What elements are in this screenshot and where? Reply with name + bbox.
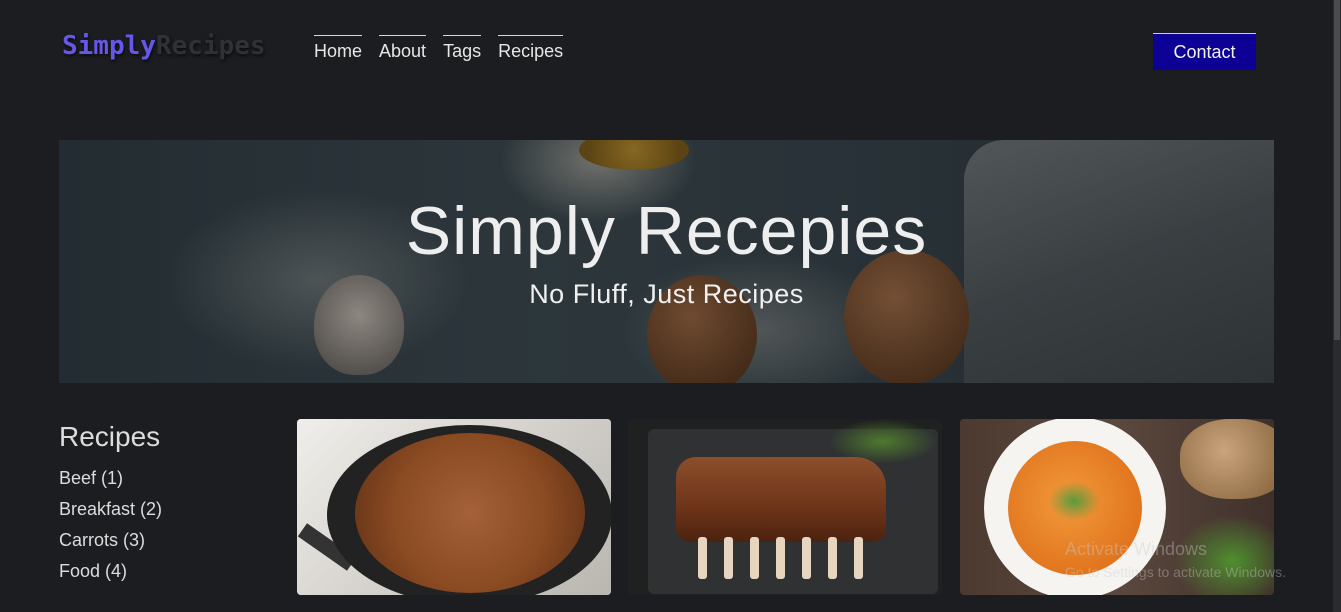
recipe-card-image[interactable] (297, 419, 611, 595)
herb-garnish (1048, 481, 1100, 521)
watermark-line1: Activate Windows (1065, 539, 1208, 559)
page-scrollbar[interactable] (1333, 0, 1341, 612)
nav-about-link[interactable]: About (379, 35, 427, 62)
contact-button[interactable]: Contact (1153, 33, 1256, 70)
windows-activation-watermark: Activate Windows Go to Settings to activ… (1065, 539, 1286, 580)
recipe-card-image[interactable] (628, 419, 942, 595)
main-nav: Home About Tags Recipes (314, 35, 564, 62)
tag-item-breakfast[interactable]: Breakfast (2) (59, 499, 162, 530)
rib-bone (724, 537, 733, 579)
nav-home-link[interactable]: Home (314, 35, 363, 62)
rib-bone (750, 537, 759, 579)
hero-title: Simply Recepies (405, 193, 928, 269)
rack-of-ribs (676, 457, 886, 542)
hero-subtitle: No Fluff, Just Recipes (529, 279, 804, 309)
tag-item-carrots[interactable]: Carrots (3) (59, 530, 162, 561)
nav-recipes-link[interactable]: Recipes (498, 35, 564, 62)
nav-tags-link[interactable]: Tags (443, 35, 482, 62)
bread-loaf (1180, 419, 1274, 499)
tag-item-beef[interactable]: Beef (1) (59, 468, 162, 499)
rib-bone (854, 537, 863, 579)
watermark-line2: Go to Settings to activate Windows. (1065, 564, 1286, 580)
rib-bone (698, 537, 707, 579)
site-logo[interactable]: SimplyRecipes (62, 31, 266, 61)
rib-bone (776, 537, 785, 579)
rib-bone (828, 537, 837, 579)
pan-food (355, 433, 585, 593)
scrollbar-thumb[interactable] (1334, 0, 1340, 340)
tag-list: Beef (1) Breakfast (2) Carrots (3) Food … (59, 468, 162, 592)
logo-part-recipes: Recipes (155, 31, 266, 61)
logo-part-simply: Simply (62, 31, 156, 61)
rib-bone (802, 537, 811, 579)
sidebar-title: Recipes (59, 421, 161, 452)
tag-item-food[interactable]: Food (4) (59, 561, 162, 592)
hero-banner: Simply Recepies No Fluff, Just Recipes (59, 140, 1274, 383)
